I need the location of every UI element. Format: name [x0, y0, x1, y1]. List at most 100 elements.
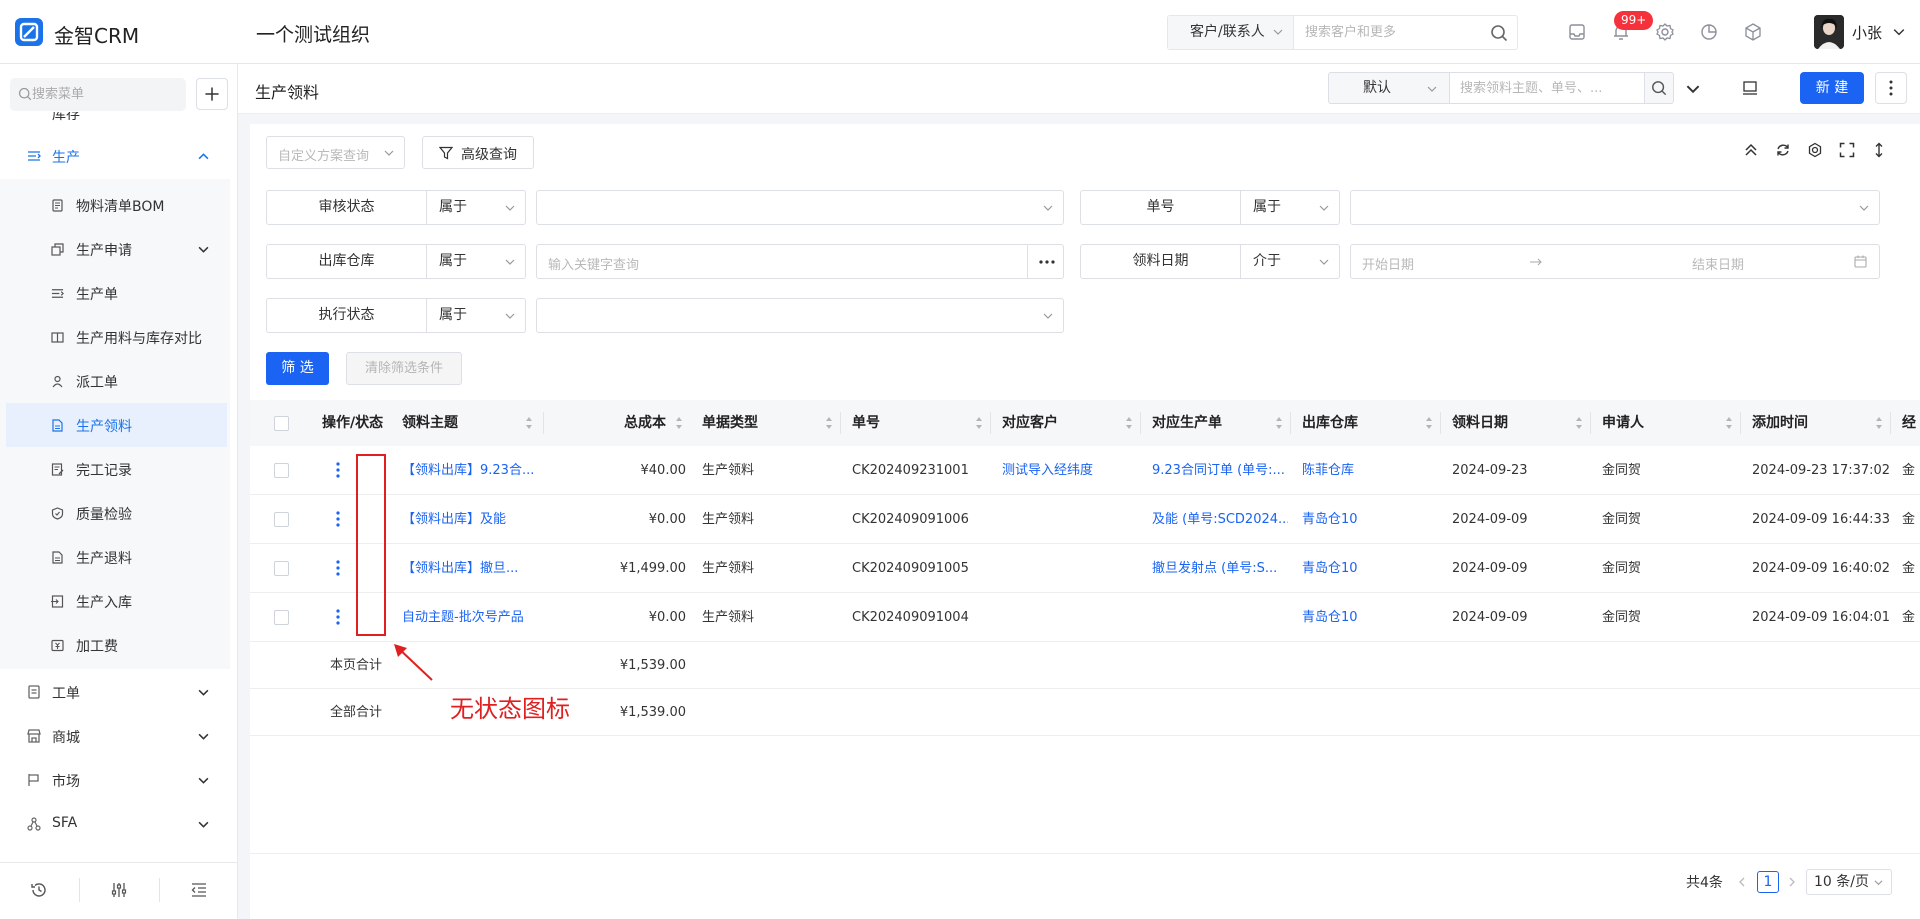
- cell-warehouse[interactable]: 陈菲仓库: [1302, 446, 1354, 495]
- column-header-customer[interactable]: 对应客户: [1002, 400, 1058, 446]
- sort-icon[interactable]: [1275, 416, 1283, 430]
- list-search-button[interactable]: [1645, 72, 1674, 104]
- column-header-production-order[interactable]: 对应生产单: [1152, 400, 1222, 446]
- chevron-down-icon[interactable]: [1893, 26, 1905, 38]
- cell-subject[interactable]: 【领料出库】撤旦...: [402, 544, 542, 593]
- sidebar-group-mall[interactable]: 商城: [0, 714, 238, 758]
- sort-icon[interactable]: [975, 416, 983, 430]
- sidebar-item-production-inbound[interactable]: 生产入库: [0, 579, 230, 623]
- search-type-select[interactable]: 客户/联系人: [1168, 16, 1294, 49]
- page-size-select[interactable]: 10 条/页: [1806, 869, 1892, 895]
- column-header-doc-no[interactable]: 单号: [852, 400, 880, 446]
- column-header-picking-date[interactable]: 领料日期: [1452, 400, 1508, 446]
- column-header-added-time[interactable]: 添加时间: [1752, 400, 1808, 446]
- advanced-query-button[interactable]: 高级查询: [422, 136, 534, 169]
- column-header-clipped[interactable]: 经: [1902, 400, 1920, 446]
- cell-warehouse[interactable]: 青岛仓10: [1302, 544, 1358, 593]
- sidebar-group-ticket[interactable]: 工单: [0, 670, 238, 714]
- row-checkbox[interactable]: [274, 463, 289, 478]
- sidebar-item-production-picking[interactable]: 生产领料: [6, 403, 227, 447]
- filter-value-exec-status[interactable]: [536, 298, 1064, 333]
- cell-customer[interactable]: [1002, 544, 1138, 593]
- sliders-icon[interactable]: [110, 881, 128, 899]
- more-vertical-icon[interactable]: [330, 558, 346, 578]
- filter-op-exec-status[interactable]: 属于: [427, 298, 526, 333]
- sort-icon[interactable]: [1125, 416, 1133, 430]
- fullscreen-icon[interactable]: [1839, 142, 1855, 158]
- sidebar-item-bom[interactable]: 物料清单BOM: [0, 183, 230, 227]
- clear-filters-button[interactable]: 清除筛选条件: [346, 352, 462, 385]
- table-row[interactable]: 【领料出库】撤旦... ¥1,499.00 生产领料 CK20240909100…: [250, 544, 1920, 593]
- sort-icon[interactable]: [1875, 416, 1883, 430]
- add-menu-button[interactable]: [196, 78, 228, 110]
- cell-customer[interactable]: [1002, 495, 1138, 544]
- history-icon[interactable]: [30, 881, 48, 899]
- more-vertical-icon[interactable]: [330, 509, 346, 529]
- list-search-input[interactable]: [1450, 73, 1644, 103]
- cell-customer[interactable]: 测试导入经纬度: [1002, 446, 1138, 495]
- cell-production-order[interactable]: 9.23合同订单 (单号:...: [1152, 446, 1288, 495]
- cell-subject[interactable]: 自动主题-批次号产品: [402, 593, 542, 642]
- filter-op-picking-date[interactable]: 介于: [1241, 244, 1340, 279]
- logo-icon[interactable]: [15, 18, 43, 46]
- filter-value-warehouse[interactable]: 输入关键字查询: [536, 244, 1064, 279]
- filter-value-order-no[interactable]: [1350, 190, 1880, 225]
- search-icon[interactable]: [1490, 24, 1508, 42]
- row-checkbox[interactable]: [274, 561, 289, 576]
- table-row[interactable]: 【领料出库】9.23合... ¥40.00 生产领料 CK20240923100…: [250, 446, 1920, 495]
- filter-value-audit-status[interactable]: [536, 190, 1064, 225]
- sidebar-item-production-order[interactable]: 生产单: [0, 271, 230, 315]
- pie-chart-icon[interactable]: [1699, 22, 1719, 42]
- sort-icon[interactable]: [1725, 416, 1733, 430]
- sidebar-item-dispatch[interactable]: 派工单: [0, 359, 230, 403]
- view-select[interactable]: 默认: [1328, 72, 1449, 104]
- ellipsis-icon[interactable]: [1039, 260, 1055, 264]
- print-icon[interactable]: [1742, 80, 1758, 96]
- sort-icon[interactable]: [675, 416, 683, 430]
- cell-production-order[interactable]: [1152, 593, 1288, 642]
- cell-production-order[interactable]: 及能 (单号:SCD2024...: [1152, 495, 1288, 544]
- sidebar-group-sfa[interactable]: SFA: [0, 802, 238, 846]
- filter-op-audit-status[interactable]: 属于: [427, 190, 526, 225]
- sidebar-item-processing-fee[interactable]: 加工费: [0, 623, 230, 667]
- sidebar-item-material-return[interactable]: 生产退料: [0, 535, 230, 579]
- more-vertical-icon[interactable]: [330, 607, 346, 627]
- chevron-down-icon[interactable]: [1686, 82, 1700, 96]
- cell-subject[interactable]: 【领料出库】9.23合...: [402, 446, 542, 495]
- more-vertical-icon[interactable]: [330, 460, 346, 480]
- sidebar-item-inventory[interactable]: 库存: [0, 112, 238, 124]
- sidebar-item-material-comparison[interactable]: 生产用料与库存对比: [0, 315, 230, 359]
- row-height-icon[interactable]: [1871, 142, 1887, 158]
- column-header-applicant[interactable]: 申请人: [1602, 400, 1644, 446]
- collapse-menu-icon[interactable]: [190, 881, 208, 899]
- table-row[interactable]: 【领料出库】及能 ¥0.00 生产领料 CK202409091006 及能 (单…: [250, 495, 1920, 544]
- sort-icon[interactable]: [1575, 416, 1583, 430]
- chevron-left-icon[interactable]: [1738, 877, 1747, 887]
- row-checkbox[interactable]: [274, 610, 289, 625]
- sort-icon[interactable]: [825, 416, 833, 430]
- collapse-up-icon[interactable]: [1743, 142, 1759, 158]
- filter-op-order-no[interactable]: 属于: [1241, 190, 1340, 225]
- cell-customer[interactable]: [1002, 593, 1138, 642]
- column-header-warehouse[interactable]: 出库仓库: [1302, 400, 1358, 446]
- cell-warehouse[interactable]: 青岛仓10: [1302, 593, 1358, 642]
- username[interactable]: 小张: [1852, 22, 1882, 43]
- select-all-checkbox[interactable]: [274, 416, 289, 431]
- avatar[interactable]: [1814, 15, 1844, 49]
- cell-warehouse[interactable]: 青岛仓10: [1302, 495, 1358, 544]
- column-header-subject[interactable]: 领料主题: [402, 400, 458, 446]
- sidebar-group-production[interactable]: 生产: [0, 134, 238, 178]
- gear-icon[interactable]: [1655, 22, 1675, 42]
- filter-button[interactable]: 筛 选: [266, 352, 329, 385]
- row-checkbox[interactable]: [274, 512, 289, 527]
- scheme-select[interactable]: 自定义方案查询: [266, 136, 405, 169]
- sidebar-item-production-request[interactable]: 生产申请: [0, 227, 230, 271]
- sidebar-item-quality-inspection[interactable]: 质量检验: [0, 491, 230, 535]
- cell-subject[interactable]: 【领料出库】及能: [402, 495, 542, 544]
- org-name[interactable]: 一个测试组织: [256, 20, 370, 47]
- new-button[interactable]: 新 建: [1800, 72, 1864, 104]
- sort-icon[interactable]: [1425, 416, 1433, 430]
- table-row[interactable]: 自动主题-批次号产品 ¥0.00 生产领料 CK202409091004 青岛仓…: [250, 593, 1920, 642]
- inbox-icon[interactable]: [1567, 22, 1587, 42]
- global-search-input[interactable]: [1295, 16, 1485, 49]
